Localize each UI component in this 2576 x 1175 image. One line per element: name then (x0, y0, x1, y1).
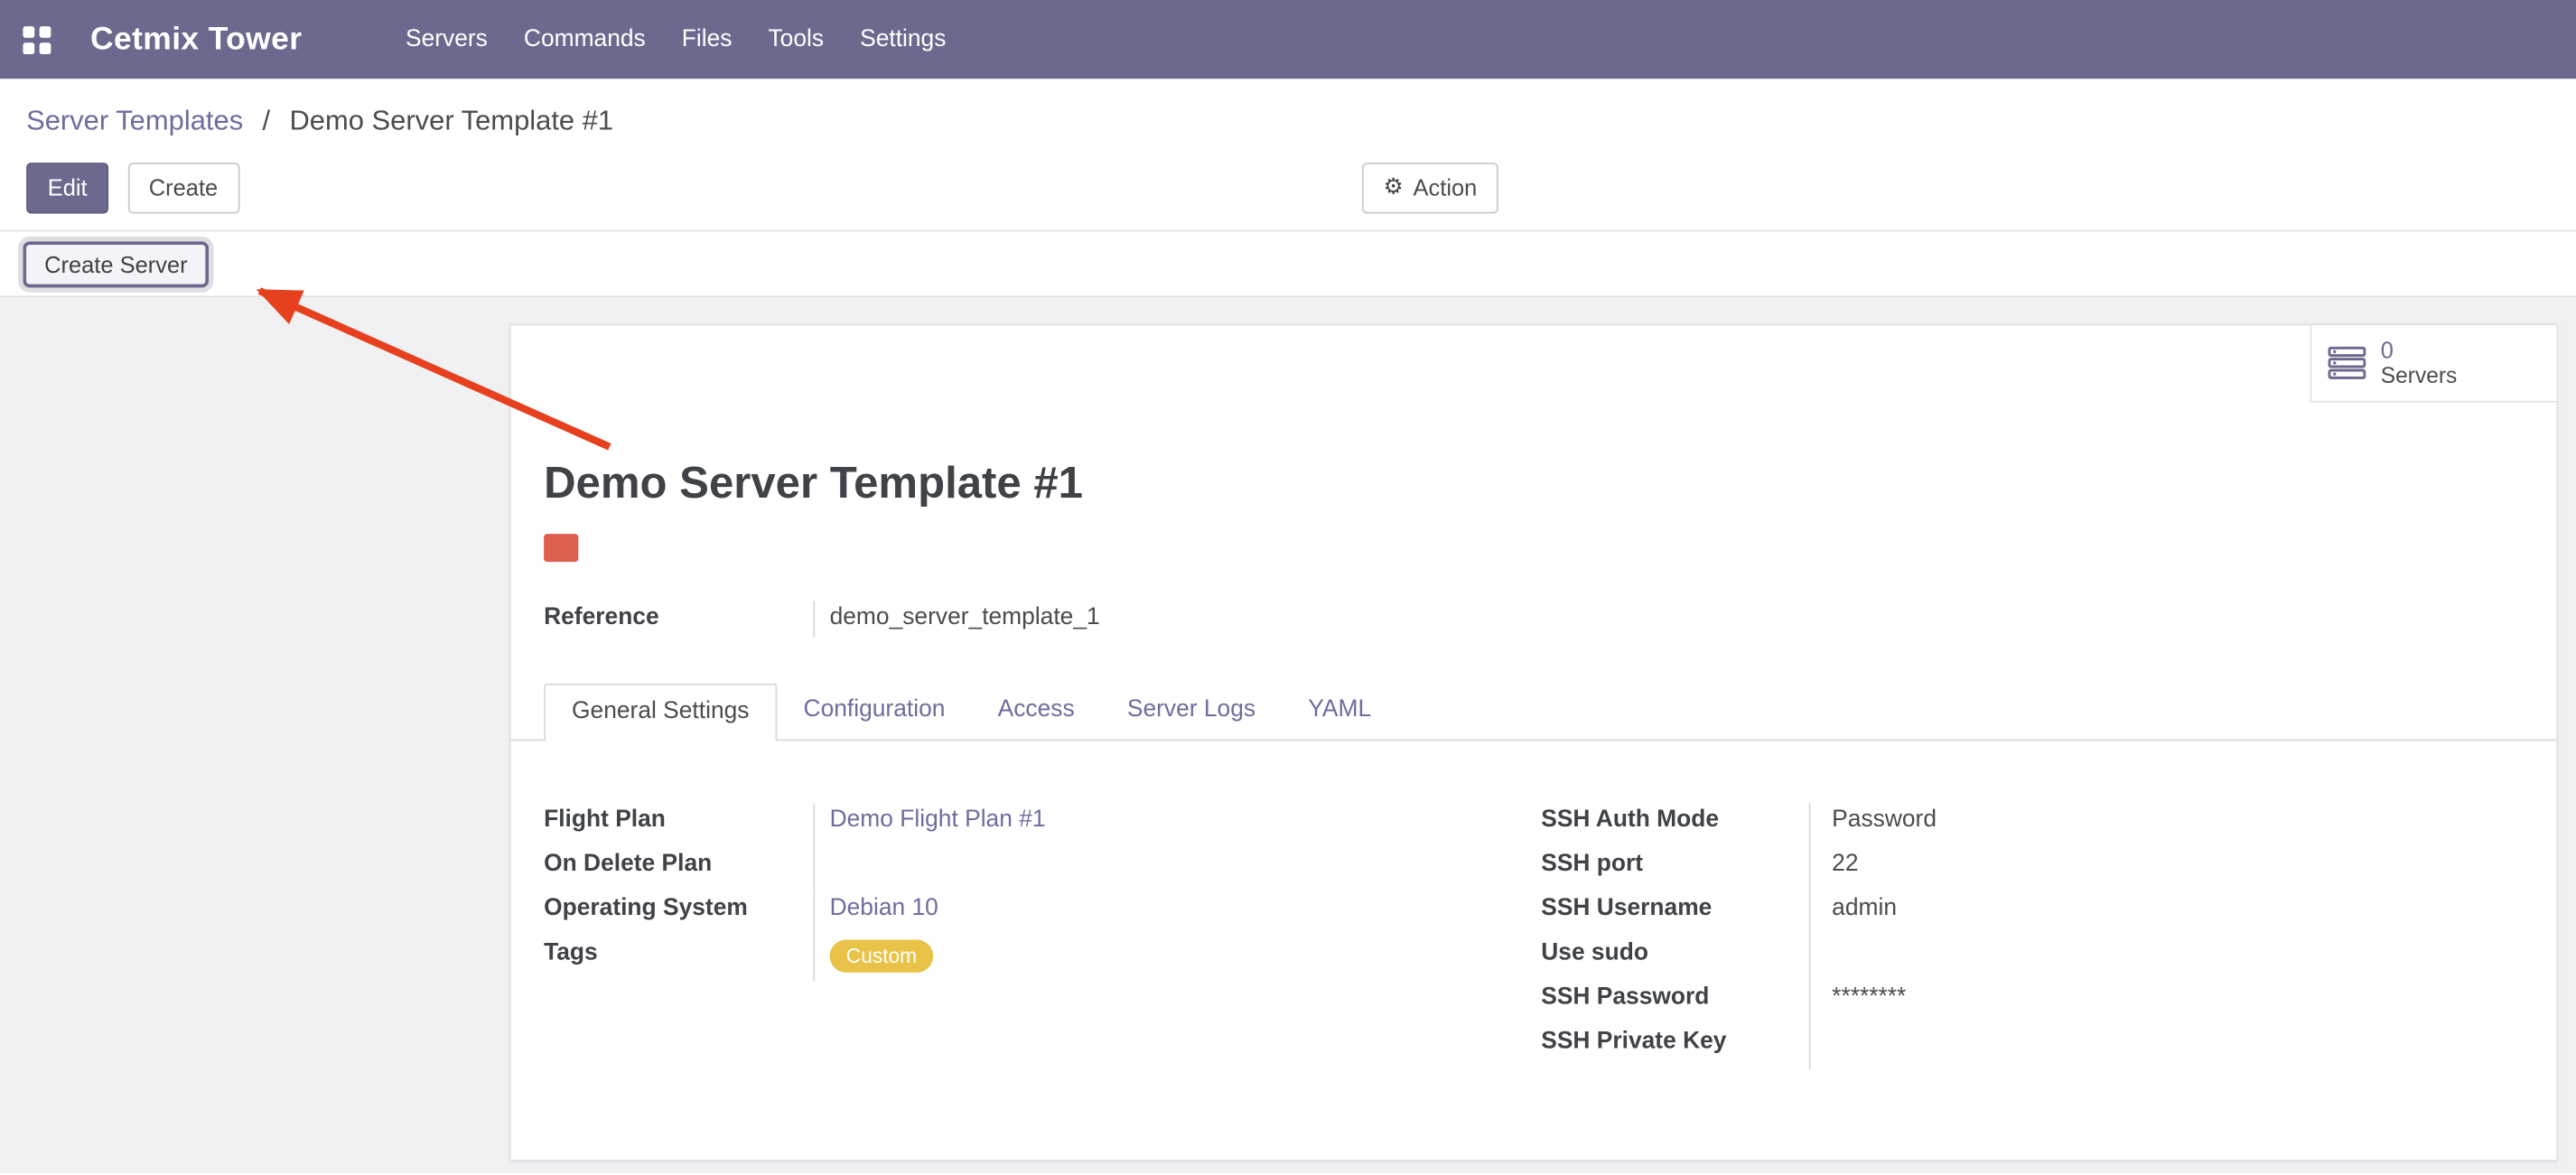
field-row: SSH port 22 (1541, 848, 2524, 892)
color-swatch (544, 534, 578, 562)
tab-yaml[interactable]: YAML (1282, 684, 1397, 740)
field-groups: Flight Plan Demo Flight Plan #1 On Delet… (511, 803, 2557, 1069)
label-ssh-password: SSH Password (1541, 981, 1808, 1011)
field-row: Tags Custom (544, 937, 1541, 981)
stat-label: Servers (2381, 363, 2458, 389)
field-row: Operating System Debian 10 (544, 892, 1541, 937)
main-menu: Servers Commands Files Tools Settings (387, 0, 964, 79)
server-stack-icon (2329, 347, 2366, 379)
value-ssh-password: ******** (1809, 981, 2524, 1025)
notebook-tabs: General Settings Configuration Access Se… (511, 684, 2557, 741)
form-sheet: 0 Servers Demo Server Template #1 Refere… (509, 323, 2558, 1161)
value-use-sudo (1809, 937, 2524, 981)
breadcrumb-current: Demo Server Template #1 (289, 105, 613, 136)
field-group-right: SSH Auth Mode Password SSH port 22 SSH U… (1541, 803, 2524, 1069)
record-title: Demo Server Template #1 (544, 457, 2524, 511)
label-ssh-port: SSH port (1541, 848, 1808, 878)
content-area: 0 Servers Demo Server Template #1 Refere… (0, 297, 2576, 1173)
tab-server-logs[interactable]: Server Logs (1101, 684, 1282, 740)
nav-item-files[interactable]: Files (664, 0, 751, 79)
field-row: SSH Username admin (1541, 892, 2524, 937)
reference-field-row: Reference demo_server_template_1 (544, 601, 2524, 638)
tag-custom: Custom (830, 939, 934, 972)
reference-label: Reference (544, 601, 813, 638)
field-row: Use sudo (1541, 937, 2524, 981)
field-row: SSH Password ******** (1541, 981, 2524, 1025)
create-server-button[interactable]: Create Server (23, 240, 209, 286)
label-use-sudo: Use sudo (1541, 937, 1808, 966)
stat-text: 0 Servers (2381, 337, 2458, 389)
value-ssh-username: admin (1809, 892, 2524, 937)
reference-value: demo_server_template_1 (813, 601, 1099, 638)
value-ssh-auth-mode: Password (1809, 803, 2524, 847)
edit-button[interactable]: Edit (26, 163, 108, 213)
label-ssh-private-key: SSH Private Key (1541, 1025, 1808, 1055)
servers-stat-button[interactable]: 0 Servers (2310, 325, 2557, 402)
record-toolbar: Create Server (0, 231, 2576, 297)
field-group-left: Flight Plan Demo Flight Plan #1 On Delet… (544, 803, 1541, 1069)
value-flight-plan-link[interactable]: Demo Flight Plan #1 (830, 807, 1046, 833)
nav-item-settings[interactable]: Settings (842, 0, 964, 79)
value-ssh-port: 22 (1809, 848, 2524, 892)
control-panel: Server Templates / Demo Server Template … (0, 79, 2576, 213)
value-on-delete-plan (813, 848, 1541, 892)
nav-item-tools[interactable]: Tools (750, 0, 842, 79)
breadcrumb-separator: / (263, 105, 271, 136)
stat-count: 0 (2381, 337, 2458, 363)
page: Cetmix Tower Servers Commands Files Tool… (0, 0, 2576, 1175)
field-row: On Delete Plan (544, 848, 1541, 892)
nav-item-servers[interactable]: Servers (387, 0, 506, 79)
label-flight-plan: Flight Plan (544, 803, 813, 833)
tab-general-settings[interactable]: General Settings (544, 684, 777, 741)
field-row: SSH Auth Mode Password (1541, 803, 2524, 847)
tab-configuration[interactable]: Configuration (777, 684, 971, 740)
app-brand[interactable]: Cetmix Tower (90, 21, 302, 59)
label-on-delete-plan: On Delete Plan (544, 848, 813, 878)
label-ssh-username: SSH Username (1541, 892, 1808, 922)
create-button[interactable]: Create (127, 163, 239, 213)
gear-icon: ⚙ (1384, 173, 1404, 204)
breadcrumb: Server Templates / Demo Server Template … (26, 102, 2550, 142)
label-operating-system: Operating System (544, 892, 813, 922)
nav-item-commands[interactable]: Commands (506, 0, 664, 79)
field-row: Flight Plan Demo Flight Plan #1 (544, 803, 1541, 847)
breadcrumb-parent-link[interactable]: Server Templates (26, 105, 243, 136)
action-button-label: Action (1414, 173, 1478, 204)
field-row: SSH Private Key (1541, 1025, 2524, 1069)
value-operating-system-link[interactable]: Debian 10 (830, 895, 938, 921)
top-navbar: Cetmix Tower Servers Commands Files Tool… (0, 0, 2576, 79)
tab-access[interactable]: Access (972, 684, 1101, 740)
value-ssh-private-key (1809, 1025, 2524, 1069)
action-button[interactable]: ⚙ Action (1362, 163, 1498, 213)
label-ssh-auth-mode: SSH Auth Mode (1541, 803, 1808, 833)
apps-menu-icon[interactable] (23, 25, 51, 53)
control-buttons: Edit Create ⚙ Action (26, 163, 2550, 213)
label-tags: Tags (544, 937, 813, 966)
